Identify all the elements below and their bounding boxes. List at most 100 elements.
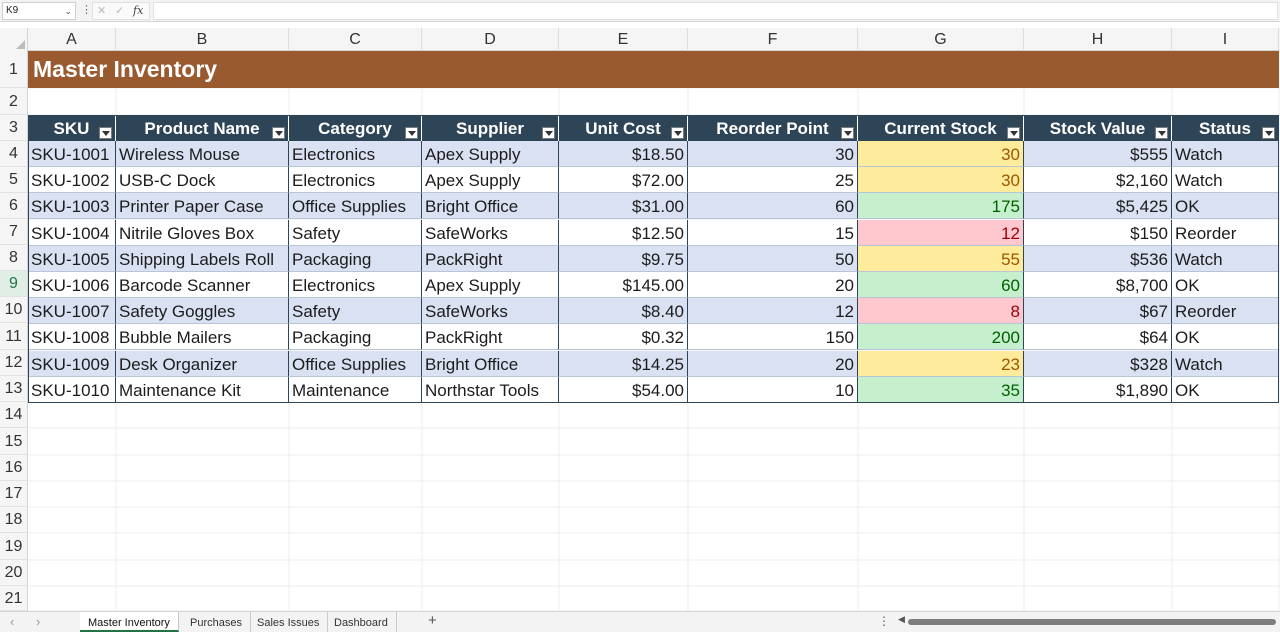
sheet-tab[interactable]: Master Inventory	[80, 612, 179, 632]
cell-status[interactable]: Reorder	[1172, 219, 1279, 246]
cell-sku[interactable]: SKU-1003	[28, 193, 116, 220]
cell-name[interactable]: USB-C Dock	[116, 167, 289, 194]
cell-name[interactable]: Shipping Labels Roll	[116, 245, 289, 272]
filter-dropdown-icon[interactable]	[99, 127, 112, 139]
row-header-18[interactable]: 18	[0, 507, 28, 533]
cell-supplier[interactable]: SafeWorks	[422, 219, 559, 246]
cell-unit-cost[interactable]: $14.25	[559, 350, 688, 377]
cell-name[interactable]: Wireless Mouse	[116, 141, 289, 167]
cell-name[interactable]: Nitrile Gloves Box	[116, 219, 289, 246]
cell-supplier[interactable]: Apex Supply	[422, 141, 559, 167]
cell-value[interactable]: $8,700	[1024, 272, 1172, 298]
cell-name[interactable]: Printer Paper Case	[116, 193, 289, 220]
filter-dropdown-icon[interactable]	[841, 127, 854, 139]
row-header-15[interactable]: 15	[0, 428, 28, 455]
cell-stock[interactable]: 8	[858, 298, 1024, 325]
row-header-21[interactable]: 21	[0, 586, 28, 611]
row-header-10[interactable]: 10	[0, 297, 28, 323]
scrollbar-thumb[interactable]	[908, 619, 1276, 625]
cell-value[interactable]: $555	[1024, 141, 1172, 167]
cell-sku[interactable]: SKU-1006	[28, 272, 116, 298]
cell-reorder[interactable]: 10	[688, 376, 858, 403]
column-header-h[interactable]: H	[1024, 28, 1172, 51]
cell-stock[interactable]: 23	[858, 350, 1024, 377]
table-header-cell[interactable]: Reorder Point	[688, 115, 858, 141]
row-header-19[interactable]: 19	[0, 533, 28, 560]
cell-sku[interactable]: SKU-1010	[28, 376, 116, 403]
row-header-7[interactable]: 7	[0, 219, 28, 245]
cell-category[interactable]: Packaging	[289, 245, 422, 272]
cell-status[interactable]: Watch	[1172, 245, 1279, 272]
cell-supplier[interactable]: Northstar Tools	[422, 376, 559, 403]
cell-supplier[interactable]: Bright Office	[422, 350, 559, 377]
cell-reorder[interactable]: 60	[688, 193, 858, 220]
row-header-8[interactable]: 8	[0, 245, 28, 271]
cell-value[interactable]: $536	[1024, 245, 1172, 272]
row-header-6[interactable]: 6	[0, 193, 28, 219]
select-all-button[interactable]	[0, 28, 28, 51]
cell-supplier[interactable]: Bright Office	[422, 193, 559, 220]
cell-status[interactable]: OK	[1172, 193, 1279, 220]
row-header-2[interactable]: 2	[0, 88, 28, 115]
cell-status[interactable]: Watch	[1172, 350, 1279, 377]
add-sheet-button[interactable]: +	[428, 612, 437, 629]
cell-sku[interactable]: SKU-1004	[28, 219, 116, 246]
more-options-icon[interactable]: ⋮	[878, 614, 890, 628]
cell-category[interactable]: Office Supplies	[289, 193, 422, 220]
insert-function-icon[interactable]: fx	[133, 4, 143, 17]
cell-status[interactable]: OK	[1172, 324, 1279, 351]
cell-name[interactable]: Barcode Scanner	[116, 272, 289, 298]
cell-reorder[interactable]: 15	[688, 219, 858, 246]
sheet-tab[interactable]: Sales Issues	[249, 612, 329, 632]
cell-sku[interactable]: SKU-1002	[28, 167, 116, 194]
column-header-e[interactable]: E	[559, 28, 688, 51]
cell-supplier[interactable]: Apex Supply	[422, 167, 559, 194]
cell-reorder[interactable]: 25	[688, 167, 858, 194]
scroll-left-arrow-icon[interactable]: ◀	[898, 614, 905, 625]
scroll-right-icon[interactable]: ›	[36, 614, 40, 629]
cell-reorder[interactable]: 12	[688, 298, 858, 325]
cell-status[interactable]: Watch	[1172, 167, 1279, 194]
filter-dropdown-icon[interactable]	[405, 127, 418, 139]
table-header-cell[interactable]: Category	[289, 115, 422, 141]
confirm-icon[interactable]: ✓	[115, 4, 124, 17]
filter-dropdown-icon[interactable]	[1155, 127, 1168, 139]
cell-category[interactable]: Safety	[289, 298, 422, 325]
row-header-20[interactable]: 20	[0, 560, 28, 586]
cell-reorder[interactable]: 150	[688, 324, 858, 351]
filter-dropdown-icon[interactable]	[1007, 127, 1020, 139]
cell-category[interactable]: Electronics	[289, 272, 422, 298]
table-header-cell[interactable]: SKU	[28, 115, 116, 141]
row-header-4[interactable]: 4	[0, 141, 28, 167]
row-header-12[interactable]: 12	[0, 350, 28, 376]
cell-value[interactable]: $64	[1024, 324, 1172, 351]
cell-reorder[interactable]: 20	[688, 350, 858, 377]
row-header-14[interactable]: 14	[0, 402, 28, 428]
scroll-left-icon[interactable]: ‹	[10, 614, 14, 629]
cell-unit-cost[interactable]: $145.00	[559, 272, 688, 298]
cell-value[interactable]: $150	[1024, 219, 1172, 246]
cell-sku[interactable]: SKU-1009	[28, 350, 116, 377]
column-header-a[interactable]: A	[28, 28, 116, 51]
title-banner[interactable]: Master Inventory	[28, 51, 1279, 88]
column-header-b[interactable]: B	[116, 28, 289, 51]
horizontal-scrollbar[interactable]: ◀	[898, 614, 1278, 627]
cell-stock[interactable]: 35	[858, 376, 1024, 403]
cell-unit-cost[interactable]: $12.50	[559, 219, 688, 246]
cell-unit-cost[interactable]: $31.00	[559, 193, 688, 220]
filter-dropdown-icon[interactable]	[542, 127, 555, 139]
cell-stock[interactable]: 12	[858, 219, 1024, 246]
cell-supplier[interactable]: PackRight	[422, 245, 559, 272]
name-box[interactable]: K9 ⌄	[2, 2, 76, 20]
cell-name[interactable]: Desk Organizer	[116, 350, 289, 377]
table-header-cell[interactable]: Product Name	[116, 115, 289, 141]
column-header-d[interactable]: D	[422, 28, 559, 51]
cell-supplier[interactable]: Apex Supply	[422, 272, 559, 298]
cell-category[interactable]: Maintenance	[289, 376, 422, 403]
filter-dropdown-icon[interactable]	[272, 127, 285, 139]
cell-supplier[interactable]: SafeWorks	[422, 298, 559, 325]
cell-unit-cost[interactable]: $54.00	[559, 376, 688, 403]
filter-dropdown-icon[interactable]	[671, 127, 684, 139]
column-header-i[interactable]: I	[1172, 28, 1279, 51]
cell-value[interactable]: $1,890	[1024, 376, 1172, 403]
